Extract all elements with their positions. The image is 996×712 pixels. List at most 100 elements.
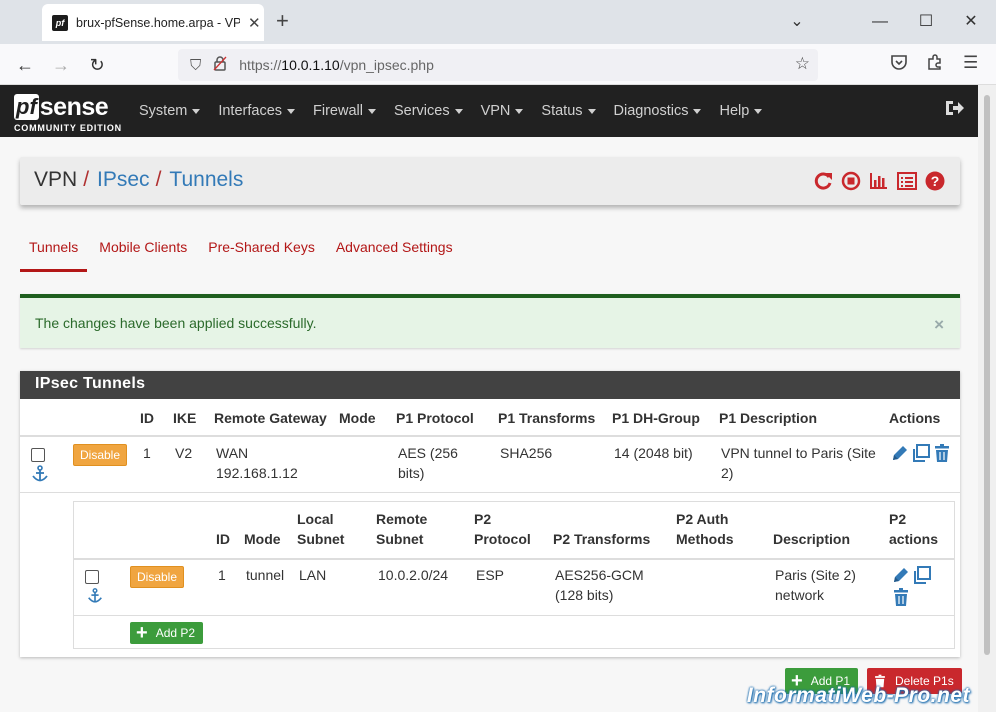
page-scrollbar[interactable] <box>978 85 996 712</box>
pfsense-logo[interactable]: pf sense COMMUNITY EDITION <box>14 90 122 134</box>
ipsec-tabs: Tunnels Mobile Clients Pre-Shared Keys A… <box>20 231 465 272</box>
logout-icon[interactable] <box>944 99 966 119</box>
logo-sense: sense <box>39 93 109 121</box>
menu-status[interactable]: Status <box>541 103 596 119</box>
tab-pre-shared-keys[interactable]: Pre-Shared Keys <box>199 231 324 272</box>
pocket-icon[interactable] <box>890 53 908 76</box>
alert-message: The changes have been applied successful… <box>35 315 317 331</box>
p2-row-checkbox[interactable] <box>85 570 99 584</box>
minimize-icon[interactable]: — <box>858 8 902 36</box>
browser-toolbar: ← → ↻ ⛉ https://10.0.1.10/vpn_ipsec.php … <box>0 44 996 85</box>
tab-advanced-settings[interactable]: Advanced Settings <box>327 231 462 272</box>
p1-header-divider <box>20 435 960 437</box>
p2-row-divider <box>74 615 954 616</box>
caret-down-icon <box>454 108 463 114</box>
maximize-icon[interactable]: ☐ <box>904 8 948 36</box>
p1-header-remote-gateway: Remote Gateway <box>214 410 327 426</box>
caret-down-icon <box>367 108 376 114</box>
page-content: VPN / IPsec / Tunnels ? Tunnels Mobile C… <box>0 137 978 712</box>
breadcrumb-sep: / <box>155 168 162 191</box>
menu-help[interactable]: Help <box>719 103 763 119</box>
p2-header-actions-line1: P2 <box>889 511 907 527</box>
caret-down-icon <box>515 108 524 114</box>
scroll-thumb[interactable] <box>984 95 990 655</box>
url-host: 10.0.1.10 <box>281 57 340 73</box>
p2-id: 1 <box>218 567 226 583</box>
tab-tunnels[interactable]: Tunnels <box>20 231 88 272</box>
stop-service-icon[interactable] <box>840 170 862 192</box>
lock-icon[interactable] <box>213 55 227 75</box>
breadcrumb-tunnels[interactable]: Tunnels <box>169 168 243 192</box>
browser-tab[interactable]: pf brux-pfSense.home.arpa - VPN ✕ <box>42 4 264 41</box>
breadcrumb-icons: ? <box>806 170 946 192</box>
menu-services[interactable]: Services <box>394 103 463 119</box>
p2-mode: tunnel <box>246 567 285 583</box>
p2-header-auth-line2: Methods <box>676 531 734 547</box>
pfsense-favicon-icon: pf <box>52 14 68 31</box>
p2-header-protocol-line2: Protocol <box>474 531 531 547</box>
panel-title: IPsec Tunnels <box>20 371 960 399</box>
extensions-icon[interactable] <box>926 53 944 76</box>
p2-disable-button[interactable]: Disable <box>130 566 185 588</box>
new-tab-plus-icon[interactable]: + <box>276 10 289 32</box>
add-p2-button[interactable]: + Add P2 <box>130 622 204 644</box>
p1-row-checkbox[interactable] <box>31 448 45 462</box>
p2-transforms-line2: (128 bits) <box>555 587 614 603</box>
p2-subtable: ID Mode Local Subnet Remote Subnet P2 Pr… <box>73 501 955 649</box>
url-path: /vpn_ipsec.php <box>339 57 434 73</box>
edit-pencil-icon[interactable] <box>891 565 911 585</box>
menu-interfaces[interactable]: Interfaces <box>218 103 296 119</box>
status-chart-icon[interactable] <box>868 170 890 192</box>
p1-header-transforms: P1 Transforms <box>498 410 596 426</box>
p2-header-local-line2: Subnet <box>297 531 345 547</box>
delete-trash-icon[interactable] <box>891 587 911 607</box>
delete-trash-icon[interactable] <box>932 443 952 463</box>
edit-pencil-icon[interactable] <box>890 443 910 463</box>
p1-dh-group: 14 (2048 bit) <box>614 445 693 461</box>
hamburger-menu-icon[interactable]: ☰ <box>963 53 978 73</box>
p1-header-mode: Mode <box>339 410 376 426</box>
alert-close-icon[interactable]: × <box>934 315 944 335</box>
reload-icon[interactable]: ↻ <box>84 52 110 78</box>
p1-header-id: ID <box>140 410 154 426</box>
drag-anchor-icon[interactable] <box>30 464 50 484</box>
tab-title: brux-pfSense.home.arpa - VPN <box>76 15 240 30</box>
p1-header-dh-group: P1 DH-Group <box>612 410 700 426</box>
p1-header-ike: IKE <box>173 410 197 426</box>
p1-description-line2: 2) <box>721 465 734 481</box>
shield-icon[interactable]: ⛉ <box>190 57 201 74</box>
p2-header-actions-line2: actions <box>889 531 939 547</box>
tab-mobile-clients[interactable]: Mobile Clients <box>90 231 196 272</box>
watermark: InformatiWeb-Pro.net <box>746 684 970 707</box>
p2-header-remote-line2: Subnet <box>376 531 424 547</box>
window-close-icon[interactable]: ✕ <box>949 8 993 36</box>
p1-header-protocol: P1 Protocol <box>396 410 474 426</box>
p2-header-divider <box>74 558 954 560</box>
tab-close-icon[interactable]: ✕ <box>248 14 261 32</box>
p2-header-transforms: P2 Transforms <box>553 531 651 547</box>
forward-arrow-icon[interactable]: → <box>48 52 74 78</box>
back-arrow-icon[interactable]: ← <box>12 52 38 78</box>
address-bar[interactable]: ⛉ https://10.0.1.10/vpn_ipsec.php ☆ <box>178 49 818 81</box>
p1-disable-button[interactable]: Disable <box>73 444 128 466</box>
breadcrumb: VPN / IPsec / Tunnels <box>34 168 243 192</box>
caret-down-icon <box>693 108 702 114</box>
menu-firewall[interactable]: Firewall <box>313 103 376 119</box>
restart-service-icon[interactable] <box>812 170 834 192</box>
copy-icon[interactable] <box>912 565 932 585</box>
copy-icon[interactable] <box>911 443 931 463</box>
bookmark-star-icon[interactable]: ☆ <box>795 54 810 74</box>
drag-anchor-icon[interactable] <box>86 587 104 605</box>
help-question-icon[interactable]: ? <box>924 170 946 192</box>
breadcrumb-sep: / <box>83 168 90 191</box>
tab-list-chevron-icon[interactable]: ⌄ <box>775 8 819 36</box>
browser-tabbar: pf brux-pfSense.home.arpa - VPN ✕ + ⌄ — … <box>0 0 996 44</box>
menu-system[interactable]: System <box>139 103 201 119</box>
menu-vpn[interactable]: VPN <box>481 103 524 119</box>
log-list-icon[interactable] <box>896 170 918 192</box>
p2-header-protocol-line1: P2 <box>474 511 492 527</box>
svg-text:?: ? <box>931 173 940 189</box>
add-p2-label: Add P2 <box>155 626 196 640</box>
breadcrumb-ipsec[interactable]: IPsec <box>97 168 150 192</box>
menu-diagnostics[interactable]: Diagnostics <box>614 103 702 119</box>
